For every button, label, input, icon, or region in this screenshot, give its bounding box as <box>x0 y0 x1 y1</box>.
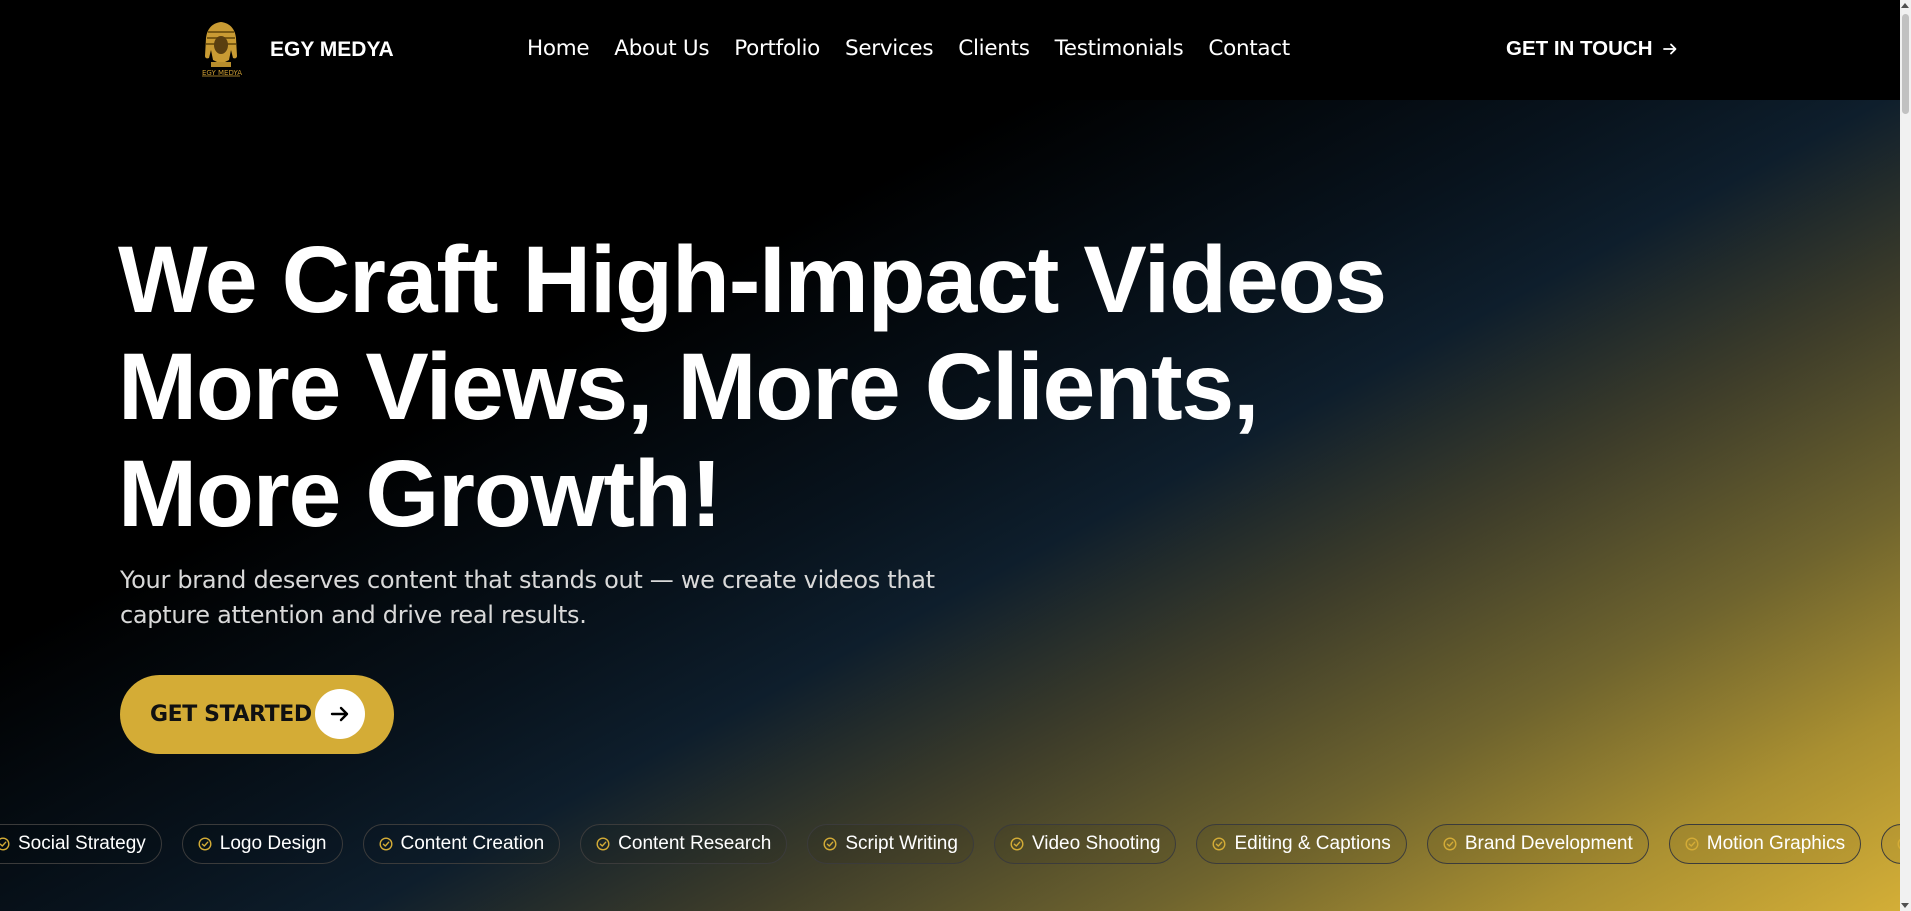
service-chip-label: Editing & Captions <box>1234 833 1391 854</box>
check-circle-icon <box>0 837 10 851</box>
check-circle-icon <box>1685 837 1699 851</box>
arrow-right-icon <box>330 706 349 722</box>
headline-line-1: We Craft High-Impact Videos <box>118 227 1387 333</box>
service-chip: Social Strategy <box>0 824 162 864</box>
service-chip: Motion Graphics <box>1668 824 1862 864</box>
service-chip-label: Social Strategy <box>18 833 146 854</box>
vertical-scrollbar[interactable] <box>1900 0 1911 911</box>
check-circle-icon <box>1443 837 1457 851</box>
hero-subtext: Your brand deserves content that stands … <box>120 566 935 629</box>
check-circle-icon <box>1010 837 1024 851</box>
service-chip: Content Creation <box>362 824 561 864</box>
arrow-circle <box>315 689 365 739</box>
check-circle-icon <box>1212 837 1226 851</box>
check-circle-icon <box>198 837 212 851</box>
check-circle-icon <box>596 837 610 851</box>
service-chip: Video Shooting <box>993 824 1177 864</box>
service-chip-label: Content Research <box>618 833 772 854</box>
top-navigation-bar: EGY MEDYA EGY MEDYA Home About Us Portfo… <box>0 0 1900 100</box>
service-chip-label: Logo Design <box>219 833 327 854</box>
service-chip-label: Script Writing <box>845 833 958 854</box>
service-chip-label: Content Creation <box>400 833 545 854</box>
get-in-touch-button[interactable]: GET IN TOUCH <box>1506 37 1678 61</box>
service-chip: Editing & Captions <box>1196 824 1407 864</box>
svg-text:EGY MEDYA: EGY MEDYA <box>202 69 242 77</box>
service-chip-label: Brand Development <box>1464 833 1633 854</box>
get-started-label: GET STARTED <box>150 702 312 727</box>
nav-contact[interactable]: Contact <box>1208 36 1290 61</box>
service-chip-label: Motion Graphics <box>1706 833 1846 854</box>
nav-home[interactable]: Home <box>527 36 590 61</box>
scroll-up-arrow-icon[interactable] <box>1901 3 1909 8</box>
service-chip: Content Research <box>580 824 788 864</box>
arrow-right-icon <box>1662 43 1676 55</box>
scroll-down-arrow-icon[interactable] <box>1901 903 1909 908</box>
nav-services[interactable]: Services <box>845 36 934 61</box>
scroll-thumb[interactable] <box>1902 14 1909 114</box>
services-marquee: Social Strategy Logo Design Content Creati… <box>0 824 1911 864</box>
get-in-touch-label: GET IN TOUCH <box>1506 37 1653 60</box>
nav-about-us[interactable]: About Us <box>614 36 709 61</box>
headline-line-3: More Growth! <box>118 441 722 547</box>
brand-name[interactable]: EGY MEDYA <box>270 38 394 62</box>
nav-testimonials[interactable]: Testimonials <box>1055 36 1184 61</box>
hero-headline: We Craft High-Impact Videos More Views, … <box>118 227 1387 548</box>
headline-line-2: More Views, More Clients, <box>118 334 1259 440</box>
check-circle-icon <box>378 837 393 851</box>
service-chip: Script Writing <box>807 824 974 864</box>
check-circle-icon <box>823 837 837 851</box>
nav-clients[interactable]: Clients <box>958 36 1030 61</box>
main-nav: Home About Us Portfolio Services Clients… <box>527 36 1315 61</box>
nav-portfolio[interactable]: Portfolio <box>734 36 820 61</box>
get-started-button[interactable]: GET STARTED <box>120 675 394 754</box>
logo-wordmark: EGY MEDYA <box>202 69 242 77</box>
service-chip: Logo Design <box>181 824 343 864</box>
service-chip-label: Video Shooting <box>1031 833 1161 854</box>
service-chip: Brand Development <box>1426 824 1649 864</box>
